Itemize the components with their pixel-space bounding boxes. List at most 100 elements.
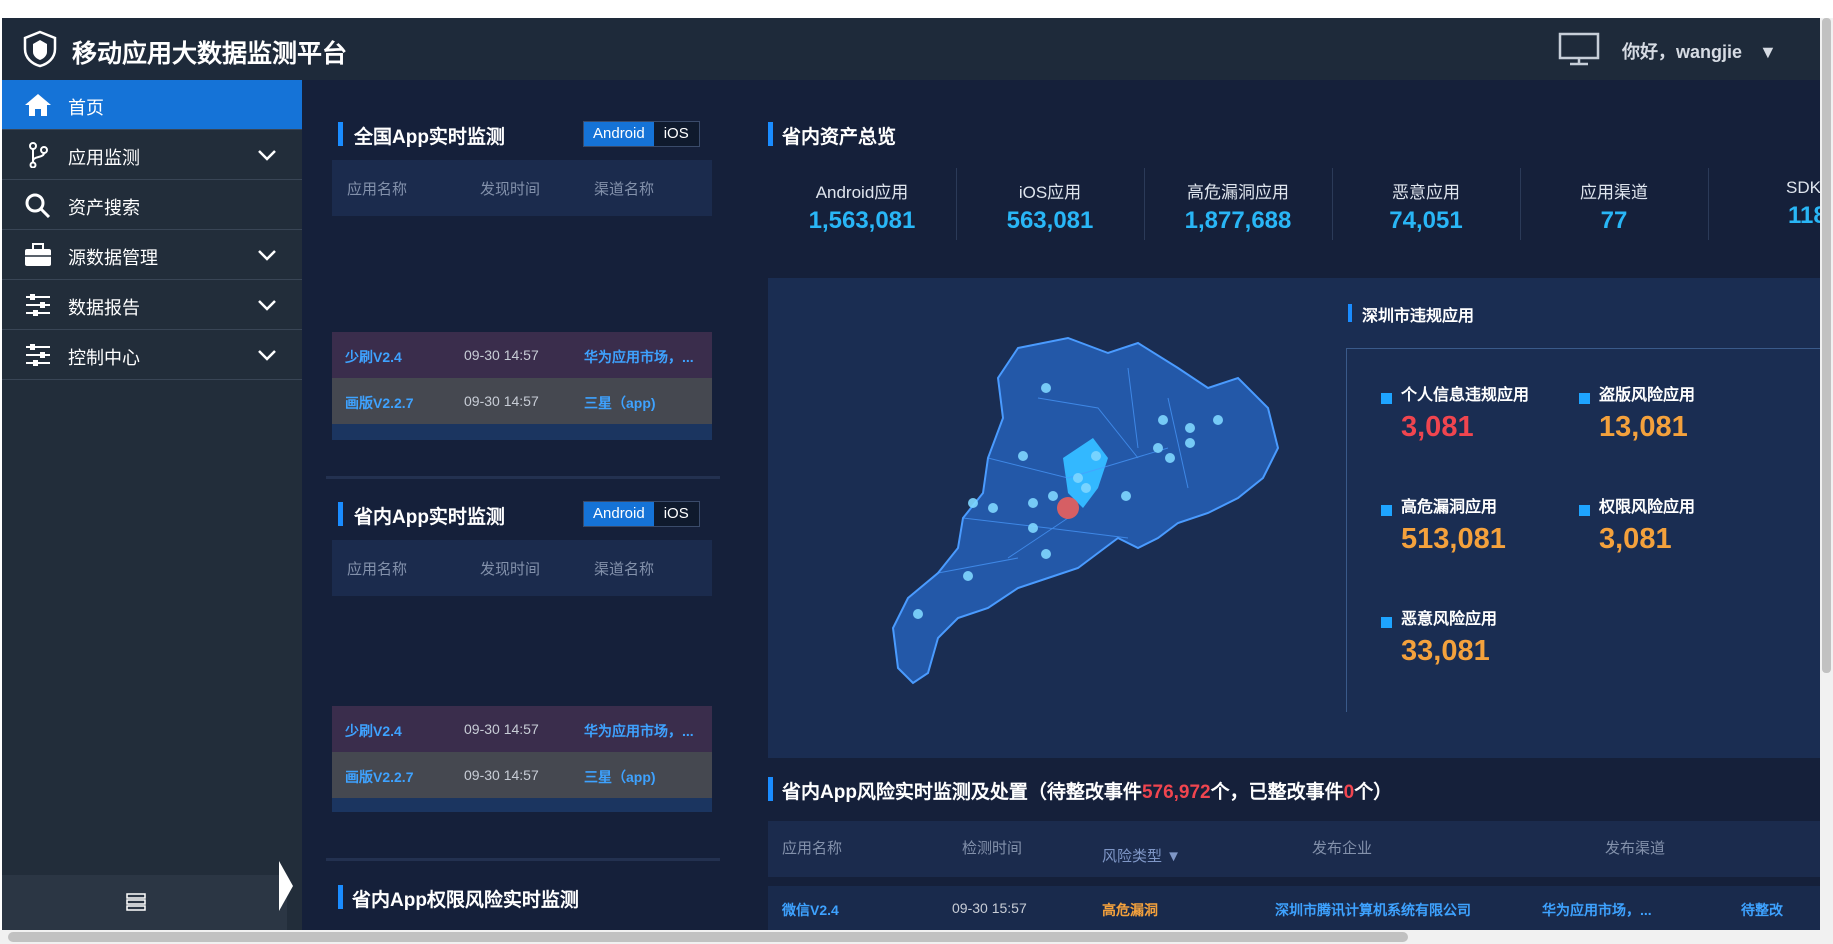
sidebar: 首页 应用监测 资产搜索 源数据管理 数据报告 控制中心 bbox=[2, 80, 302, 930]
section-marker bbox=[768, 777, 773, 801]
stat-value: 1,877,688 bbox=[1184, 207, 1292, 234]
chevron-down-icon bbox=[258, 150, 276, 161]
app-name: 少刷V2.4 bbox=[345, 349, 402, 365]
section-marker bbox=[338, 122, 343, 146]
ios-tab[interactable]: iOS bbox=[653, 502, 699, 526]
chevron-down-icon bbox=[258, 350, 276, 361]
bullet-icon bbox=[1381, 617, 1392, 628]
section-marker bbox=[1348, 304, 1352, 322]
column-header: 发现时间 bbox=[480, 561, 541, 578]
map-panel: 深圳市违规应用 个人信息违规应用 3,081 盗版风险应用 13,081 高危漏… bbox=[768, 278, 1820, 758]
risk-type-filter[interactable]: 风险类型 ▼ bbox=[1102, 845, 1181, 866]
app-name: 微信V2.4 bbox=[782, 902, 839, 918]
sidebar-item-home[interactable]: 首页 bbox=[2, 80, 302, 130]
stat-label: SDK bbox=[1786, 178, 1820, 197]
found-time: 09-30 14:57 bbox=[464, 767, 539, 783]
list-item[interactable]: 少刷V2.4 09-30 14:57 华为应用市场，... bbox=[332, 332, 712, 378]
table-row[interactable]: 微信V2.4 09-30 15:57 高危漏洞 深圳市腾讯计算机系统有限公司 华… bbox=[768, 886, 1820, 930]
violation-label: 高危漏洞应用 bbox=[1401, 499, 1498, 516]
stat-value: 1,563,081 bbox=[808, 207, 916, 234]
column-header: 应用名称 bbox=[347, 561, 408, 578]
ios-tab[interactable]: iOS bbox=[653, 122, 699, 146]
column-header: 检测时间 bbox=[962, 840, 1023, 857]
divider bbox=[326, 858, 720, 861]
stat-label: Android应用 bbox=[815, 183, 909, 202]
stat-value: 77 bbox=[1600, 207, 1628, 234]
column-header: 发布渠道 bbox=[1605, 840, 1666, 857]
app-name: 少刷V2.4 bbox=[345, 723, 402, 739]
assets-title: 省内资产总览 bbox=[782, 127, 897, 148]
vertical-scroll-thumb[interactable] bbox=[1822, 18, 1831, 673]
violation-value: 33,081 bbox=[1401, 635, 1490, 667]
stat-malicious: 恶意应用 74,051 bbox=[1332, 178, 1520, 244]
bullet-icon bbox=[1381, 393, 1392, 404]
sliders-icon bbox=[26, 294, 50, 316]
channel-name: 三星（app) bbox=[584, 395, 656, 411]
bullet-icon bbox=[1579, 393, 1590, 404]
bullet-icon bbox=[1579, 505, 1590, 516]
home-icon bbox=[25, 94, 51, 116]
sidebar-item-data-report[interactable]: 数据报告 bbox=[2, 280, 302, 330]
risk-title-prefix: 省内App风险实时监测及处置（待整改事件 bbox=[782, 782, 1142, 803]
detect-time: 09-30 15:57 bbox=[952, 900, 1027, 916]
stat-value: 74,051 bbox=[1389, 207, 1463, 234]
stat-ios: iOS应用 563,081 bbox=[956, 178, 1144, 244]
violation-value: 3,081 bbox=[1401, 411, 1474, 443]
list-item-partial bbox=[332, 798, 712, 812]
section-marker bbox=[768, 122, 773, 146]
column-header: 应用名称 bbox=[782, 840, 843, 857]
fixed-count: 0 bbox=[1343, 782, 1355, 803]
sidebar-item-label: 应用监测 bbox=[68, 148, 140, 168]
stat-label: 应用渠道 bbox=[1580, 183, 1648, 202]
sidebar-toggle-arrow-icon[interactable] bbox=[278, 860, 294, 912]
violation-label: 恶意风险应用 bbox=[1401, 611, 1498, 628]
horizontal-scroll-thumb[interactable] bbox=[8, 932, 1408, 942]
divider bbox=[326, 476, 720, 479]
province-feed-title: 省内App实时监测 bbox=[354, 507, 505, 528]
province-feed-header: 应用名称 发现时间 渠道名称 bbox=[332, 540, 712, 596]
app-title: 移动应用大数据监测平台 bbox=[72, 40, 348, 68]
user-menu[interactable]: 你好，wangjie ▼ bbox=[1622, 38, 1777, 64]
status-badge[interactable]: 待整改 bbox=[1741, 900, 1783, 920]
column-header: 应用名称 bbox=[347, 181, 408, 198]
stat-label: 恶意应用 bbox=[1392, 183, 1460, 202]
risk-title-mid: 个，已整改事件 bbox=[1210, 782, 1344, 803]
pending-count: 576,972 bbox=[1141, 782, 1211, 803]
risk-title-suffix: 个） bbox=[1354, 782, 1393, 803]
list-item[interactable]: 少刷V2.4 09-30 14:57 华为应用市场，... bbox=[332, 706, 712, 752]
sidebar-item-control-center[interactable]: 控制中心 bbox=[2, 330, 302, 380]
chevron-down-icon: ▼ bbox=[1759, 42, 1777, 62]
violation-label: 个人信息违规应用 bbox=[1401, 387, 1530, 404]
stat-android: Android应用 1,563,081 bbox=[768, 178, 956, 244]
sliders-icon bbox=[26, 344, 50, 366]
province-os-toggle: Android iOS bbox=[583, 501, 700, 527]
sidebar-item-source-data[interactable]: 源数据管理 bbox=[2, 230, 302, 280]
stat-value: 118 bbox=[1788, 202, 1820, 229]
stat-label: iOS应用 bbox=[1018, 183, 1082, 202]
violation-label: 权限风险应用 bbox=[1599, 499, 1696, 516]
found-time: 09-30 14:57 bbox=[464, 393, 539, 409]
channel-name: 华为应用市场，... bbox=[584, 723, 694, 739]
chevron-down-icon bbox=[258, 300, 276, 311]
menu-collapse-icon[interactable] bbox=[126, 893, 146, 911]
permission-feed-title: 省内App权限风险实时监测 bbox=[352, 890, 579, 911]
risk-type: 高危漏洞 bbox=[1102, 902, 1158, 918]
search-icon bbox=[25, 193, 51, 218]
channel-name: 华为应用市场，... bbox=[584, 349, 694, 365]
top-header: 移动应用大数据监测平台 你好，wangjie ▼ bbox=[2, 18, 1820, 80]
list-item[interactable]: 画版V2.2.7 09-30 14:57 三星（app) bbox=[332, 752, 712, 798]
monitor-icon[interactable] bbox=[1558, 32, 1600, 66]
app-name: 画版V2.2.7 bbox=[345, 769, 414, 785]
sidebar-item-label: 源数据管理 bbox=[68, 248, 158, 268]
user-greeting: 你好，wangjie bbox=[1622, 42, 1743, 62]
android-tab[interactable]: Android bbox=[584, 122, 654, 146]
violation-value: 3,081 bbox=[1599, 523, 1672, 555]
sidebar-item-app-monitor[interactable]: 应用监测 bbox=[2, 130, 302, 180]
bullet-icon bbox=[1381, 505, 1392, 516]
sidebar-item-label: 首页 bbox=[68, 98, 104, 118]
sidebar-item-asset-search[interactable]: 资产搜索 bbox=[2, 180, 302, 230]
channel-name: 三星（app) bbox=[584, 769, 656, 785]
province-map[interactable] bbox=[868, 308, 1288, 708]
android-tab[interactable]: Android bbox=[584, 502, 654, 526]
list-item[interactable]: 画版V2.2.7 09-30 14:57 三星（app) bbox=[332, 378, 712, 424]
